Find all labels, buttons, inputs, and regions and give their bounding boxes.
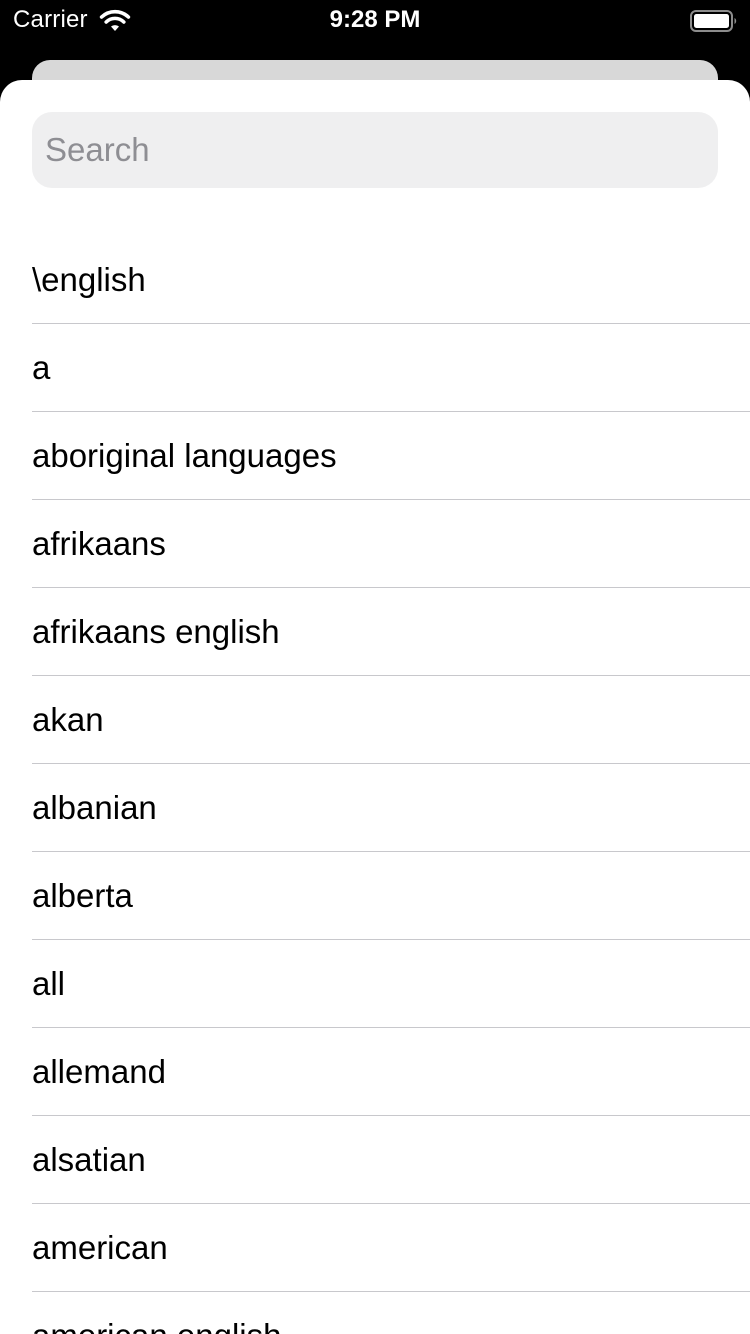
list-item[interactable]: alberta (32, 852, 750, 940)
modal-sheet: \english a aboriginal languages afrikaans af… (0, 80, 750, 1334)
list-item-label: akan (32, 701, 104, 738)
list-item[interactable]: american english (32, 1292, 750, 1334)
list-item[interactable]: albanian (32, 764, 750, 852)
list-item-label: all (32, 965, 66, 1002)
list-item[interactable]: all (32, 940, 750, 1028)
list-item-label: alberta (32, 877, 133, 914)
list-item-label: albanian (32, 789, 157, 826)
list-item-label: allemand (32, 1053, 166, 1090)
search-bar[interactable] (32, 112, 718, 188)
language-list: \english a aboriginal languages afrikaans af… (0, 236, 750, 1334)
list-item-label: alsatian (32, 1141, 146, 1178)
list-item[interactable]: allemand (32, 1028, 750, 1116)
list-item[interactable]: akan (32, 676, 750, 764)
status-time: 9:28 PM (329, 6, 421, 33)
status-bar: Carrier 9:28 PM (0, 0, 750, 40)
list-item[interactable]: american (32, 1204, 750, 1292)
list-item[interactable]: a (32, 324, 750, 412)
list-item-label: afrikaans (32, 525, 166, 562)
list-item-label: a (32, 349, 51, 386)
search-input[interactable] (45, 112, 705, 188)
battery-icon (690, 10, 737, 32)
screen: Carrier 9:28 PM \english a aboriginal lang… (0, 0, 750, 1334)
list-item[interactable]: afrikaans english (32, 588, 750, 676)
list-item[interactable]: alsatian (32, 1116, 750, 1204)
list-item-label: american (32, 1229, 168, 1266)
list-item-label: aboriginal languages (32, 437, 337, 474)
list-item[interactable]: afrikaans (32, 500, 750, 588)
list-item-label: american english (32, 1292, 281, 1334)
list-item-label: afrikaans english (32, 613, 280, 650)
list-item[interactable]: aboriginal languages (32, 412, 750, 500)
list-item[interactable]: \english (32, 236, 750, 324)
list-item-label: \english (32, 261, 146, 298)
